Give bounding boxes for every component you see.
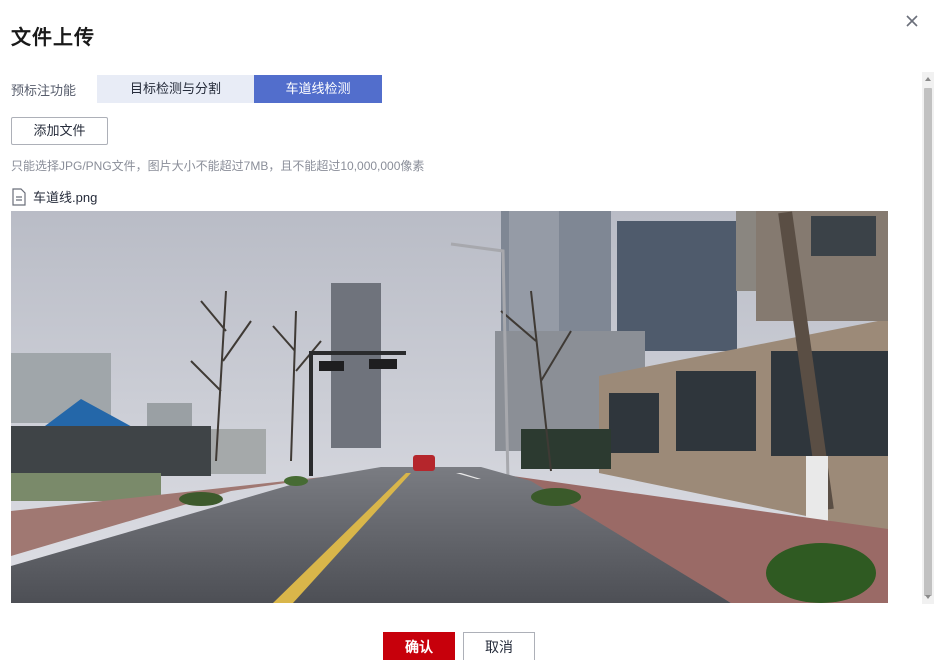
confirm-button[interactable]: 确认 [383,632,455,660]
image-preview [11,211,888,603]
file-item: 车道线.png [11,187,97,206]
preset-function-row: 预标注功能 目标检测与分割 车道线检测 [11,75,382,103]
upload-hint: 只能选择JPG/PNG文件，图片大小不能超过7MB，且不能超过10,000,00… [11,159,425,173]
file-name: 车道线.png [33,190,98,205]
tab-object-detection[interactable]: 目标检测与分割 [97,75,254,103]
preset-function-label: 预标注功能 [11,82,77,98]
scrollbar[interactable] [922,72,934,604]
close-icon[interactable] [901,10,923,32]
upload-dialog: 文件上传 预标注功能 目标检测与分割 车道线检测 添加文件 只能选择JPG/PN… [0,0,934,660]
dialog-footer: 确认 取消 [0,632,934,660]
tab-lane-detection[interactable]: 车道线检测 [254,75,382,103]
scrollbar-thumb[interactable] [924,88,932,596]
scroll-up-arrow-icon[interactable] [922,72,934,86]
scroll-down-arrow-icon[interactable] [922,590,934,604]
dialog-title: 文件上传 [11,27,95,49]
file-icon [11,187,27,206]
cancel-button[interactable]: 取消 [463,632,535,660]
add-file-button[interactable]: 添加文件 [11,117,108,145]
